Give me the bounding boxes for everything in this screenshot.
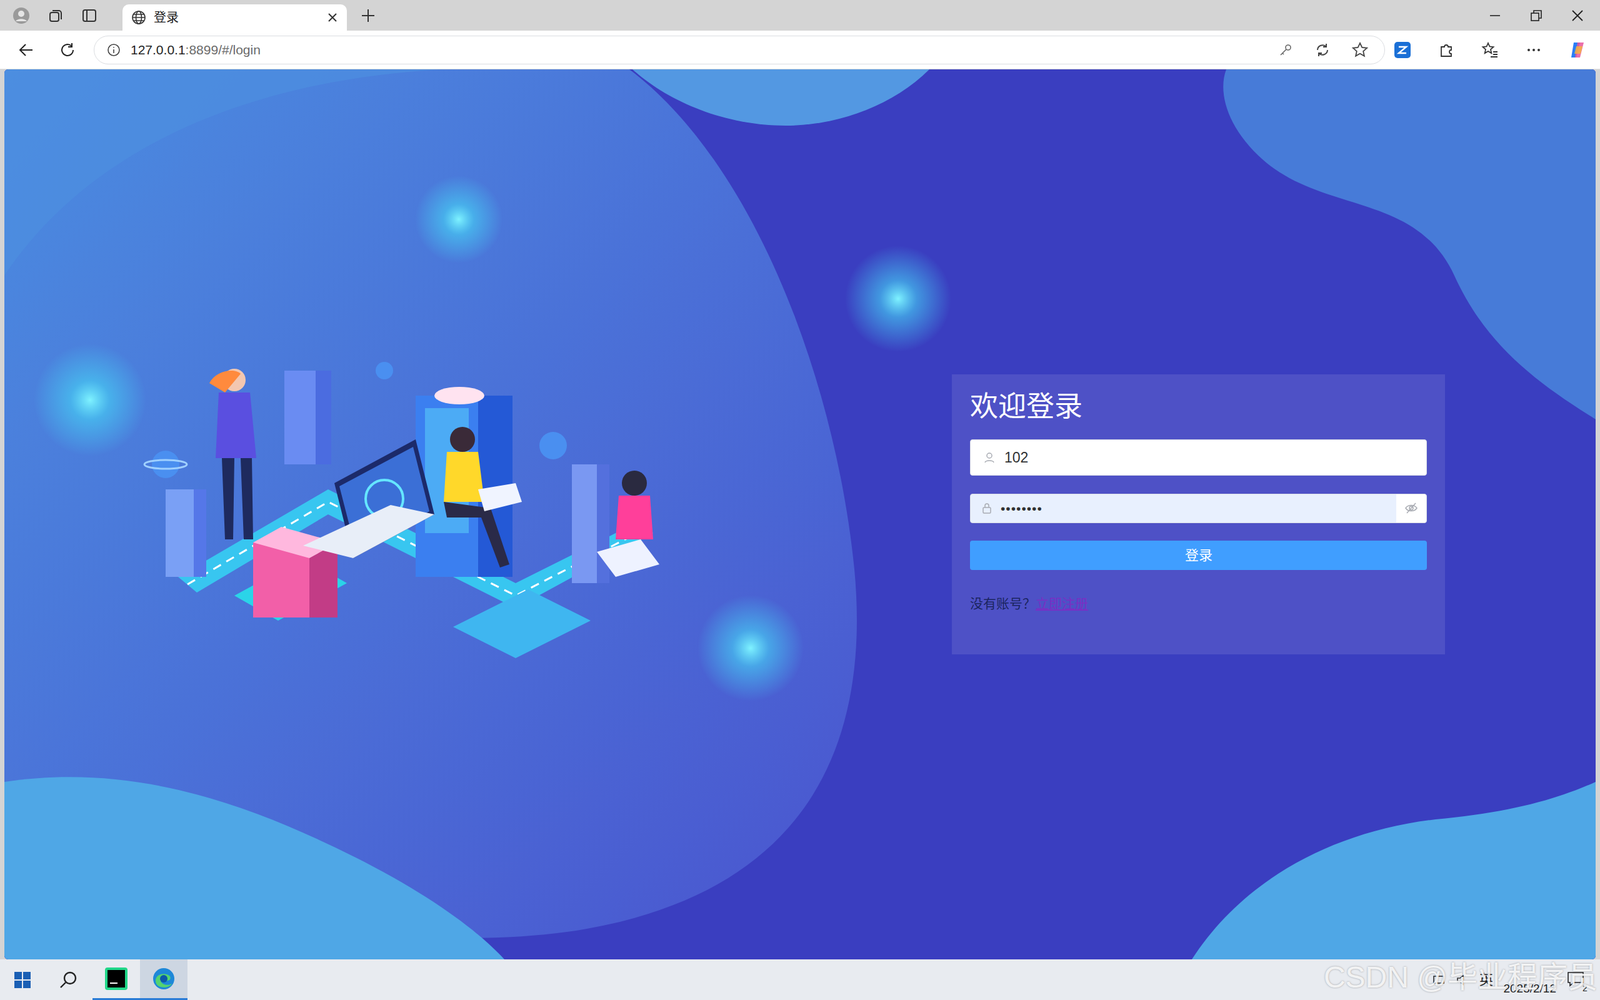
close-window-icon[interactable] (1570, 8, 1585, 24)
more-icon[interactable] (1525, 41, 1543, 59)
taskbar: 英 2025/2/12 2 CSDN @毕业程序员 (0, 959, 1600, 1000)
register-prompt: 没有账号？ (970, 593, 1036, 614)
vertical-tabs-icon[interactable] (81, 7, 98, 24)
username-field[interactable] (970, 439, 1427, 476)
copilot-icon[interactable] (1568, 40, 1588, 60)
ime-indicator[interactable]: 英 (1479, 969, 1494, 990)
globe-icon (131, 10, 147, 25)
windows-start-icon[interactable] (13, 971, 32, 989)
illustration (140, 358, 664, 671)
hide-password-icon[interactable] (1404, 501, 1419, 515)
password-input[interactable] (1000, 498, 1389, 519)
workspaces-icon[interactable] (47, 7, 64, 24)
login-button[interactable]: 登录 (970, 540, 1427, 570)
register-link[interactable]: 立即注册 (1035, 593, 1089, 614)
key-icon[interactable] (1278, 42, 1294, 58)
username-input[interactable] (1004, 446, 1414, 469)
pycharm-icon[interactable] (105, 967, 128, 990)
info-icon[interactable] (106, 43, 121, 57)
new-tab-icon[interactable] (360, 8, 376, 24)
toolbar: 127.0.0.1:8899/#/login (0, 30, 1600, 70)
read-aloud-icon[interactable] (1314, 41, 1331, 59)
back-icon[interactable] (17, 41, 35, 59)
tab-title: 登录 (153, 8, 320, 27)
volume-icon[interactable] (1455, 973, 1470, 987)
user-icon (983, 451, 996, 464)
url-host: 127.0.0.1 (130, 42, 186, 57)
page-frame: 欢迎登录 登录 没有账号？立即注册 (0, 69, 1600, 960)
profile-icon[interactable] (12, 6, 30, 25)
search-icon[interactable] (58, 970, 79, 990)
address-field[interactable]: 127.0.0.1:8899/#/login (93, 35, 1385, 65)
password-field[interactable] (970, 493, 1427, 524)
close-tab-icon[interactable] (326, 11, 339, 24)
watermark: CSDN @毕业程序员 (1323, 961, 1598, 994)
minimize-icon[interactable] (1487, 8, 1503, 24)
favorite-star-icon[interactable] (1351, 41, 1369, 59)
url-path: :8899/#/login (185, 42, 261, 57)
refresh-icon[interactable] (58, 41, 77, 59)
login-card: 欢迎登录 登录 没有账号？立即注册 (951, 374, 1445, 655)
favorites-icon[interactable] (1481, 41, 1499, 59)
network-icon[interactable] (1431, 973, 1446, 987)
extensions-icon[interactable] (1437, 41, 1455, 59)
restore-icon[interactable] (1528, 8, 1544, 24)
login-title: 欢迎登录 (970, 389, 1427, 425)
login-page: 欢迎登录 登录 没有账号？立即注册 (4, 69, 1596, 960)
edge-icon[interactable] (151, 966, 176, 991)
tab-strip: 登录 (0, 0, 1600, 31)
notification-count: 2 (1580, 983, 1590, 994)
lock-icon (980, 501, 994, 515)
clock-date[interactable]: 2025/2/12 (1503, 980, 1557, 1000)
extension-z-icon[interactable] (1393, 41, 1412, 59)
browser-tab[interactable]: 登录 (122, 4, 347, 31)
